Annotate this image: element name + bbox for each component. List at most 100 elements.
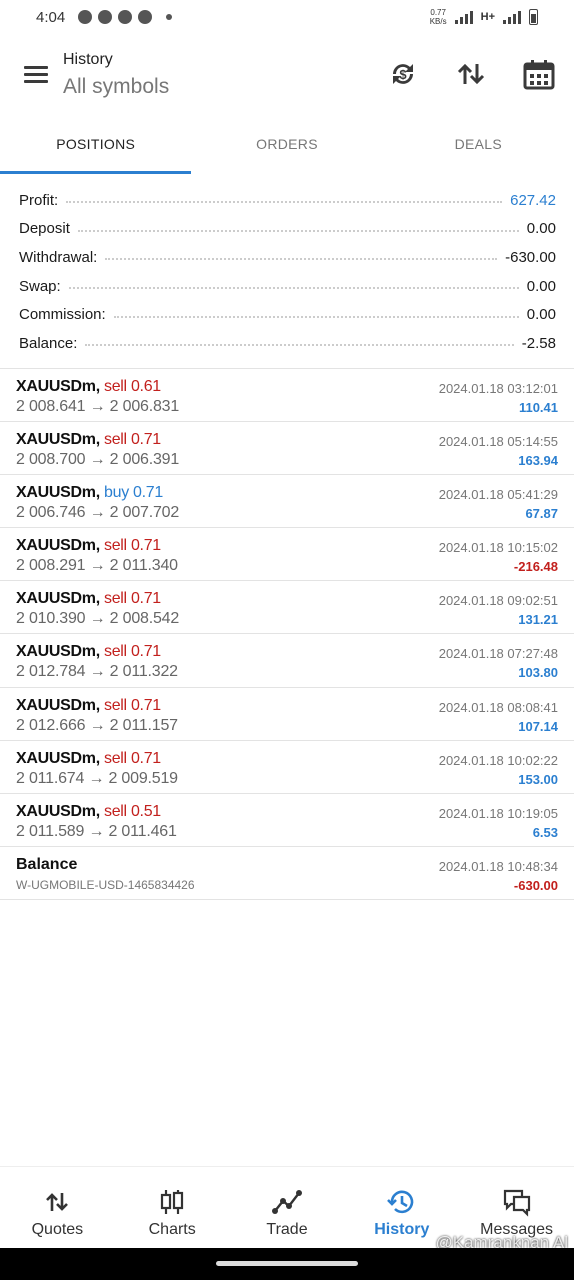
symbol-text: XAUUSDm, — [16, 590, 100, 608]
notification-icons — [78, 10, 172, 24]
list-item[interactable]: XAUUSDm, buy 0.71 2 006.746 → 2 007.702 … — [0, 475, 574, 529]
deal-symbol: XAUUSDm, sell 0.61 — [16, 378, 161, 396]
dotted-leader — [77, 229, 519, 232]
nav-label: Trade — [266, 1221, 308, 1238]
summary-value: 0.00 — [518, 277, 556, 295]
list-item[interactable]: XAUUSDm, sell 0.71 2 012.784 → 2 011.322… — [0, 634, 574, 688]
symbol-text: XAUUSDm, — [16, 484, 100, 502]
deal-date: 2024.01.18 07:27:48 — [438, 646, 558, 662]
positions-list: XAUUSDm, sell 0.61 2 008.641 → 2 006.831… — [0, 368, 574, 900]
sort-icon[interactable] — [453, 56, 489, 92]
app-header: History All symbols $ — [0, 36, 574, 116]
telegram-icon — [118, 10, 132, 24]
balance-comment: W-UGMOBILE-USD-1465834426 — [16, 877, 195, 892]
symbol-text: XAUUSDm, — [16, 537, 100, 555]
deal-date: 2024.01.18 05:41:29 — [438, 487, 558, 503]
summary-row-withdrawal: Withdrawal: -630.00 — [0, 243, 574, 272]
deal-side: sell 0.71 — [104, 696, 161, 714]
status-bar: 4:04 0.77 KB/s H+ — [0, 0, 574, 36]
deal-symbol: XAUUSDm, buy 0.71 — [16, 484, 163, 502]
deal-prices: 2 008.700 → 2 006.391 — [16, 451, 180, 469]
deal-profit: 110.41 — [518, 400, 558, 415]
dotted-leader — [113, 315, 519, 318]
deal-symbol: XAUUSDm, sell 0.71 — [16, 537, 161, 555]
calendar-icon[interactable] — [521, 56, 557, 92]
page-title: History — [63, 51, 113, 68]
deal-symbol: XAUUSDm, sell 0.71 — [16, 431, 161, 449]
battery-icon — [529, 9, 538, 25]
history-tabs: POSITIONS ORDERS DEALS — [0, 118, 574, 174]
deal-profit: 67.87 — [525, 506, 558, 522]
deal-prices: 2 012.666 → 2 011.157 — [16, 716, 178, 734]
messages-icon — [503, 1189, 530, 1217]
deal-date: 2024.01.18 08:08:41 — [438, 699, 558, 715]
list-item[interactable]: XAUUSDm, sell 0.71 2 008.291 → 2 011.340… — [0, 528, 574, 582]
deal-date: 2024.01.18 10:48:34 — [438, 858, 558, 874]
dotted-leader — [85, 344, 514, 347]
deal-side: sell 0.71 — [104, 749, 161, 767]
whatsapp-icon — [138, 10, 152, 24]
deal-date: 2024.01.18 10:15:02 — [438, 540, 558, 556]
summary-value: 0.00 — [518, 220, 556, 238]
deal-prices: 2 006.746 → 2 007.702 — [16, 504, 180, 522]
balance-title: Balance — [16, 855, 78, 873]
deal-symbol: XAUUSDm, sell 0.71 — [16, 750, 161, 768]
summary-value: 0.00 — [518, 306, 556, 324]
symbol-text: XAUUSDm, — [16, 749, 100, 767]
tab-positions[interactable]: POSITIONS — [0, 118, 192, 174]
symbol-text: XAUUSDm, — [16, 431, 100, 449]
tab-deals[interactable]: DEALS — [383, 118, 574, 174]
symbol-text: XAUUSDm, — [16, 802, 100, 820]
deal-profit: 107.14 — [518, 718, 558, 734]
deal-side: buy 0.71 — [104, 484, 163, 502]
deal-side: sell 0.71 — [104, 643, 161, 661]
list-item[interactable]: XAUUSDm, sell 0.61 2 008.641 → 2 006.831… — [0, 369, 574, 423]
deal-prices: 2 008.641 → 2 006.831 — [16, 398, 180, 415]
list-item[interactable]: XAUUSDm, sell 0.71 2 008.700 → 2 006.391… — [0, 422, 574, 476]
deal-date: 2024.01.18 09:02:51 — [438, 593, 558, 609]
symbol-text: XAUUSDm, — [16, 378, 100, 395]
deal-profit: 163.94 — [518, 453, 558, 469]
quotes-arrows-icon — [46, 1193, 69, 1211]
summary-value: -630.00 — [497, 248, 556, 266]
deal-prices: 2 011.589 → 2 011.461 — [16, 822, 177, 840]
deal-side: sell 0.71 — [104, 537, 161, 555]
network-speed: 0.77 KB/s — [430, 8, 447, 26]
list-item[interactable]: XAUUSDm, sell 0.51 2 011.589 → 2 011.461… — [0, 794, 574, 847]
deal-prices: 2 011.674 → 2 009.519 — [16, 769, 178, 787]
deal-profit: 131.21 — [518, 612, 558, 628]
signal-icon-2 — [503, 10, 521, 24]
home-gesture-pill[interactable] — [216, 1261, 358, 1266]
symbol-text: XAUUSDm, — [16, 643, 100, 661]
deal-side: sell 0.71 — [104, 431, 161, 449]
menu-icon[interactable] — [24, 66, 50, 84]
nav-trade[interactable]: Trade — [230, 1167, 345, 1248]
candlestick-icon — [161, 1190, 184, 1214]
list-item[interactable]: XAUUSDm, sell 0.71 2 011.674 → 2 009.519… — [0, 741, 574, 794]
dotted-leader — [105, 258, 498, 261]
symbol-filter[interactable]: All symbols — [63, 75, 169, 99]
currency-exchange-icon[interactable]: $ — [385, 56, 421, 92]
deal-date: 2024.01.18 10:02:22 — [438, 752, 558, 768]
deal-profit: 6.53 — [532, 824, 558, 840]
summary-row-deposit: Deposit 0.00 — [0, 215, 574, 244]
nav-charts[interactable]: Charts — [115, 1167, 230, 1248]
deal-side: sell 0.61 — [104, 378, 161, 395]
nav-quotes[interactable]: Quotes — [0, 1167, 115, 1248]
balance-amount: -630.00 — [513, 877, 558, 893]
tab-orders[interactable]: ORDERS — [191, 118, 382, 174]
summary-label: Commission: — [19, 306, 114, 324]
deal-profit: 153.00 — [518, 771, 558, 787]
deal-symbol: XAUUSDm, sell 0.71 — [16, 697, 161, 715]
summary-label: Profit: — [19, 191, 67, 209]
deal-symbol: XAUUSDm, sell 0.71 — [16, 590, 161, 608]
summary-value: 627.42 — [502, 191, 556, 209]
deal-prices: 2 012.784 → 2 011.322 — [16, 663, 178, 681]
list-item[interactable]: XAUUSDm, sell 0.71 2 010.390 → 2 008.542… — [0, 581, 574, 635]
summary-row-swap: Swap: 0.00 — [0, 272, 574, 301]
balance-operation-row[interactable]: Balance W-UGMOBILE-USD-1465834426 2024.0… — [0, 847, 574, 900]
status-right: 0.77 KB/s H+ — [430, 8, 538, 26]
list-item[interactable]: XAUUSDm, sell 0.71 2 012.666 → 2 011.157… — [0, 688, 574, 741]
snapchat-icon — [78, 10, 92, 24]
speed-value: 0.77 — [430, 8, 446, 17]
